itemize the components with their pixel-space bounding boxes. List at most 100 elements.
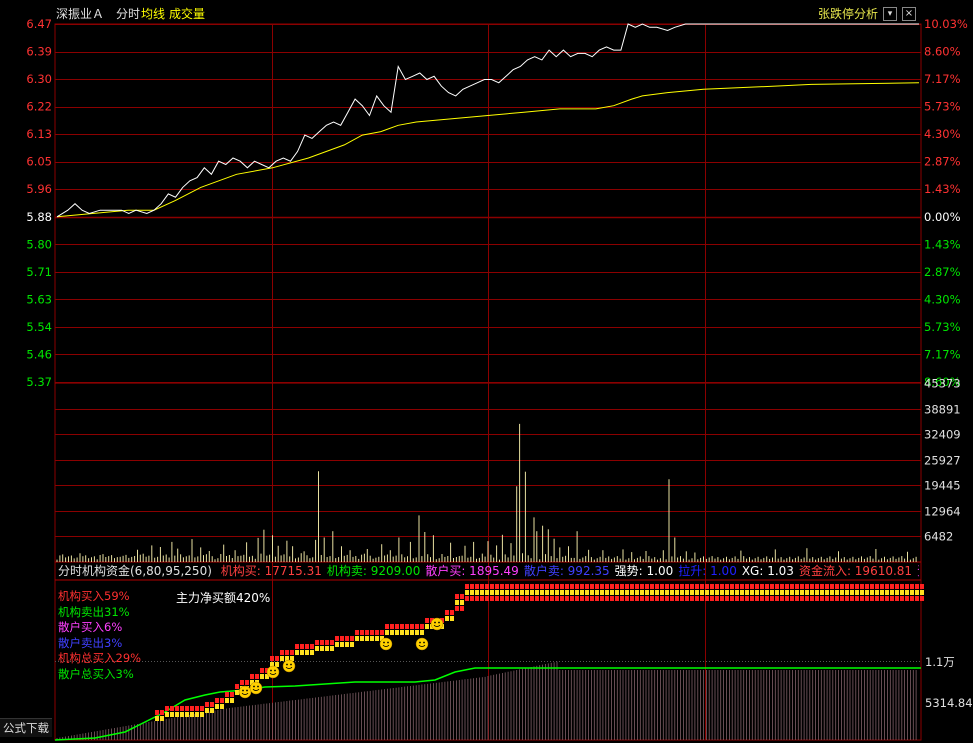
price-label: 6.13 <box>26 127 52 141</box>
buy-block <box>775 584 779 589</box>
buy-block <box>205 708 209 713</box>
buy-block <box>495 596 499 601</box>
buy-block <box>520 584 524 589</box>
indicator-title-bar: 分时机构资金(6,80,95,250) 机构买: 17715.31 机构卖: 92… <box>58 563 919 580</box>
buy-block <box>510 590 514 595</box>
buy-block <box>780 590 784 595</box>
buy-block <box>590 584 594 589</box>
pct-label: 7.17% <box>924 72 961 86</box>
buy-block <box>835 596 839 601</box>
buy-block <box>725 596 729 601</box>
price-label: 6.22 <box>26 100 52 114</box>
buy-block <box>300 650 304 655</box>
buy-block <box>860 584 864 589</box>
buy-block <box>900 590 904 595</box>
buy-block <box>720 596 724 601</box>
buy-block <box>320 646 324 651</box>
buy-block <box>425 618 429 623</box>
buy-block <box>555 584 559 589</box>
buy-block <box>840 596 844 601</box>
avg-line-toggle[interactable]: 均线 <box>141 5 165 23</box>
buy-block <box>170 706 174 711</box>
buy-block <box>395 624 399 629</box>
buy-block <box>650 590 654 595</box>
smiley-icon <box>238 685 252 699</box>
buy-block <box>895 590 899 595</box>
buy-block <box>575 590 579 595</box>
buy-block <box>690 584 694 589</box>
buy-block <box>800 590 804 595</box>
buy-block <box>200 712 204 717</box>
indicator-title[interactable]: 分时机构资金(6,80,95,250) <box>58 564 212 578</box>
buy-block <box>405 630 409 635</box>
buy-block <box>820 596 824 601</box>
price-label: 6.47 <box>26 17 52 31</box>
smiley-eye <box>286 663 288 666</box>
dropdown-icon[interactable]: ▾ <box>883 7 897 21</box>
smiley-icon <box>249 681 263 695</box>
mode-tab[interactable]: 分时 <box>116 5 140 23</box>
buy-block <box>570 596 574 601</box>
buy-block <box>210 708 214 713</box>
pct-label: 4.30% <box>924 127 961 141</box>
buy-block <box>220 698 224 703</box>
buy-block <box>875 590 879 595</box>
price-label: 5.46 <box>26 347 52 361</box>
buy-block <box>180 706 184 711</box>
buy-block <box>305 644 309 649</box>
buy-block <box>220 704 224 709</box>
buy-block <box>480 596 484 601</box>
buy-block <box>630 584 634 589</box>
buy-block <box>375 636 379 641</box>
buy-block <box>235 684 239 689</box>
buy-block <box>460 606 464 611</box>
legend-item: 机构买入59% <box>58 589 130 603</box>
buy-block <box>590 596 594 601</box>
buy-block <box>250 674 254 679</box>
smiley-face <box>282 659 296 673</box>
buy-block <box>540 596 544 601</box>
stock-name[interactable]: 深振业Ａ <box>56 5 104 23</box>
buy-block <box>740 590 744 595</box>
volume-toggle[interactable]: 成交量 <box>169 5 205 23</box>
price-label: 5.71 <box>26 265 52 279</box>
close-icon[interactable]: × <box>902 7 916 21</box>
buy-block <box>425 624 429 629</box>
buy-block <box>490 590 494 595</box>
buy-block <box>790 596 794 601</box>
limit-analysis-button[interactable]: 张跌停分析 <box>818 5 878 23</box>
buy-block <box>550 584 554 589</box>
buy-block <box>170 712 174 717</box>
buy-block <box>655 596 659 601</box>
buy-block <box>715 584 719 589</box>
buy-block <box>840 584 844 589</box>
buy-block <box>755 584 759 589</box>
buy-block <box>500 584 504 589</box>
formula-download-button[interactable]: 公式下载 <box>0 718 52 737</box>
smiley-icon <box>430 617 444 631</box>
pct-label: 5.73% <box>924 320 961 334</box>
buy-block <box>725 584 729 589</box>
buy-block <box>640 596 644 601</box>
buy-block <box>650 584 654 589</box>
buy-block <box>855 596 859 601</box>
buy-block <box>260 674 264 679</box>
buy-block <box>600 596 604 601</box>
intraday-chart[interactable]: 6.47 6.39 6.30 6.22 6.13 6.05 5.96 5.88 5.80 5.71… <box>0 0 973 743</box>
buy-block <box>555 590 559 595</box>
buy-block <box>450 610 454 615</box>
buy-block <box>545 590 549 595</box>
buy-block <box>230 698 234 703</box>
buy-block <box>905 590 909 595</box>
buy-block <box>255 674 259 679</box>
legend-item: 散户买入6% <box>58 620 123 634</box>
pct-label: 4.30% <box>924 292 961 306</box>
buy-block <box>775 590 779 595</box>
buy-block <box>695 584 699 589</box>
buy-block <box>395 630 399 635</box>
buy-block <box>770 590 774 595</box>
buy-block <box>500 590 504 595</box>
buy-block <box>890 590 894 595</box>
buy-block <box>565 596 569 601</box>
buy-block <box>830 596 834 601</box>
